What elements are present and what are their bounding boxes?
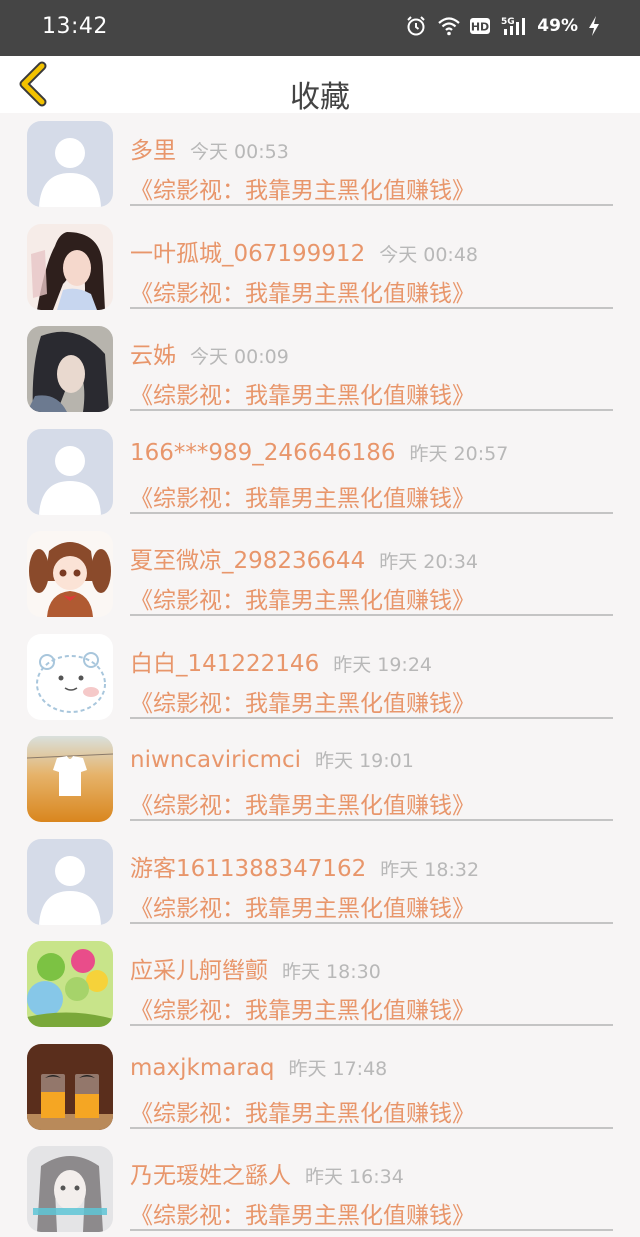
user-name: 一叶孤城_067199912 今天 00:48 xyxy=(130,240,478,267)
book-title-link[interactable]: 《综影视：我靠男主黑化值赚钱》 xyxy=(130,991,475,1025)
user-name: 应采儿舸辔颤 昨天 18:30 xyxy=(130,958,381,984)
anime-girl-avatar[interactable] xyxy=(27,223,113,310)
divider xyxy=(130,921,613,924)
book-title-link[interactable]: 《综影视：我靠男主黑化值赚钱》 xyxy=(130,889,475,923)
list-item[interactable]: niwncaviricmci 昨天 19:01 《综影视：我靠男主黑化值赚钱》 xyxy=(0,728,640,831)
list-item[interactable]: 一叶孤城_067199912 今天 00:48 《综影视：我靠男主黑化值赚钱》 xyxy=(0,216,640,319)
divider xyxy=(130,1024,613,1026)
balloons-avatar[interactable] xyxy=(27,941,113,1027)
divider xyxy=(130,1126,613,1129)
juice-glasses-avatar[interactable] xyxy=(27,1043,113,1130)
list-item[interactable]: 游客1611388347162 昨天 18:32 《综影视：我靠男主黑化值赚钱》 xyxy=(0,831,640,934)
divider xyxy=(130,614,613,616)
shirt-field-avatar[interactable] xyxy=(27,736,113,822)
user-name: 166***989_246646186 昨天 20:57 xyxy=(130,439,509,466)
favorites-list: 多里 今天 00:53 《综影视：我靠男主黑化值赚钱》 一叶孤城_06719991… xyxy=(0,113,640,1237)
5g-signal-icon: 5G xyxy=(501,15,527,37)
timestamp: 昨天 20:57 xyxy=(409,442,509,465)
user-name: 云姊 今天 00:09 xyxy=(130,343,289,369)
user-name: niwncaviricmci 昨天 19:01 xyxy=(130,747,414,773)
book-title-link[interactable]: 《综影视：我靠男主黑化值赚钱》 xyxy=(130,479,475,513)
list-item[interactable]: 166***989_246646186 昨天 20:57 《综影视：我靠男主黑化值… xyxy=(0,421,640,524)
book-title-link[interactable]: 《综影视：我靠男主黑化值赚钱》 xyxy=(130,1094,475,1128)
user-name: 多里 今天 00:53 xyxy=(130,138,289,164)
cartoon-bear-avatar[interactable] xyxy=(27,633,113,720)
book-title-link[interactable]: 《综影视：我靠男主黑化值赚钱》 xyxy=(130,171,475,205)
timestamp: 昨天 20:34 xyxy=(379,551,478,573)
svg-text:5G: 5G xyxy=(501,17,515,27)
hd-icon: HD xyxy=(469,15,491,37)
nav-bar: 收藏 xyxy=(0,56,640,115)
default-avatar[interactable] xyxy=(27,428,113,515)
anime-girl-twintails-avatar[interactable] xyxy=(27,531,113,617)
default-avatar[interactable] xyxy=(27,121,113,207)
timestamp: 昨天 16:34 xyxy=(305,1166,404,1188)
book-title-link[interactable]: 《综影视：我靠男主黑化值赚钱》 xyxy=(130,581,475,615)
user-name: maxjkmaraq 昨天 17:48 xyxy=(130,1054,388,1081)
alarm-icon xyxy=(405,15,427,37)
user-name: 游客1611388347162 昨天 18:32 xyxy=(130,855,480,882)
timestamp: 昨天 17:48 xyxy=(288,1057,388,1080)
anime-girl-dark-hair-avatar[interactable] xyxy=(27,326,113,412)
svg-text:HD: HD xyxy=(471,21,489,34)
user-name: 夏至微凉_298236644 昨天 20:34 xyxy=(130,548,478,574)
user-name: 白白_141222146 昨天 19:24 xyxy=(130,650,432,677)
timestamp: 昨天 19:24 xyxy=(333,653,432,676)
divider xyxy=(130,716,613,719)
divider xyxy=(130,306,613,309)
battery-level: 49% xyxy=(537,16,578,36)
list-item[interactable]: 白白_141222146 昨天 19:24 《综影视：我靠男主黑化值赚钱》 xyxy=(0,626,640,729)
book-title-link[interactable]: 《综影视：我靠男主黑化值赚钱》 xyxy=(130,786,475,820)
list-item[interactable]: maxjkmaraq 昨天 17:48 《综影视：我靠男主黑化值赚钱》 xyxy=(0,1036,640,1139)
list-item[interactable]: 云姊 今天 00:09 《综影视：我靠男主黑化值赚钱》 xyxy=(0,318,640,421)
list-item[interactable]: 多里 今天 00:53 《综影视：我靠男主黑化值赚钱》 xyxy=(0,113,640,216)
book-title-link[interactable]: 《综影视：我靠男主黑化值赚钱》 xyxy=(130,1196,475,1230)
girl-portrait-avatar[interactable] xyxy=(27,1146,113,1232)
list-item[interactable]: 乃无瑗姓之繇人 昨天 16:34 《综影视：我靠男主黑化值赚钱》 xyxy=(0,1138,640,1237)
default-avatar[interactable] xyxy=(27,838,113,925)
divider xyxy=(130,819,613,821)
wifi-icon xyxy=(437,15,461,37)
charging-icon xyxy=(588,15,600,37)
book-title-link[interactable]: 《综影视：我靠男主黑化值赚钱》 xyxy=(130,684,475,718)
timestamp: 今天 00:48 xyxy=(379,243,478,266)
list-item[interactable]: 应采儿舸辔颤 昨天 18:30 《综影视：我靠男主黑化值赚钱》 xyxy=(0,933,640,1036)
status-time: 13:42 xyxy=(42,14,108,39)
divider xyxy=(130,409,613,411)
status-icons: HD 5G 49% xyxy=(405,15,600,37)
timestamp: 昨天 18:32 xyxy=(380,858,480,881)
timestamp: 昨天 18:30 xyxy=(282,961,381,983)
divider xyxy=(130,1229,613,1231)
timestamp: 今天 00:53 xyxy=(190,141,289,163)
list-item[interactable]: 夏至微凉_298236644 昨天 20:34 《综影视：我靠男主黑化值赚钱》 xyxy=(0,523,640,626)
divider xyxy=(130,204,613,206)
user-name: 乃无瑗姓之繇人 昨天 16:34 xyxy=(130,1163,404,1189)
divider xyxy=(130,511,613,514)
page-title: 收藏 xyxy=(290,80,350,115)
timestamp: 昨天 19:01 xyxy=(315,750,414,772)
timestamp: 今天 00:09 xyxy=(190,346,289,368)
book-title-link[interactable]: 《综影视：我靠男主黑化值赚钱》 xyxy=(130,274,475,308)
status-bar: 13:42 HD 5G 49% xyxy=(0,0,640,56)
book-title-link[interactable]: 《综影视：我靠男主黑化值赚钱》 xyxy=(130,376,475,410)
